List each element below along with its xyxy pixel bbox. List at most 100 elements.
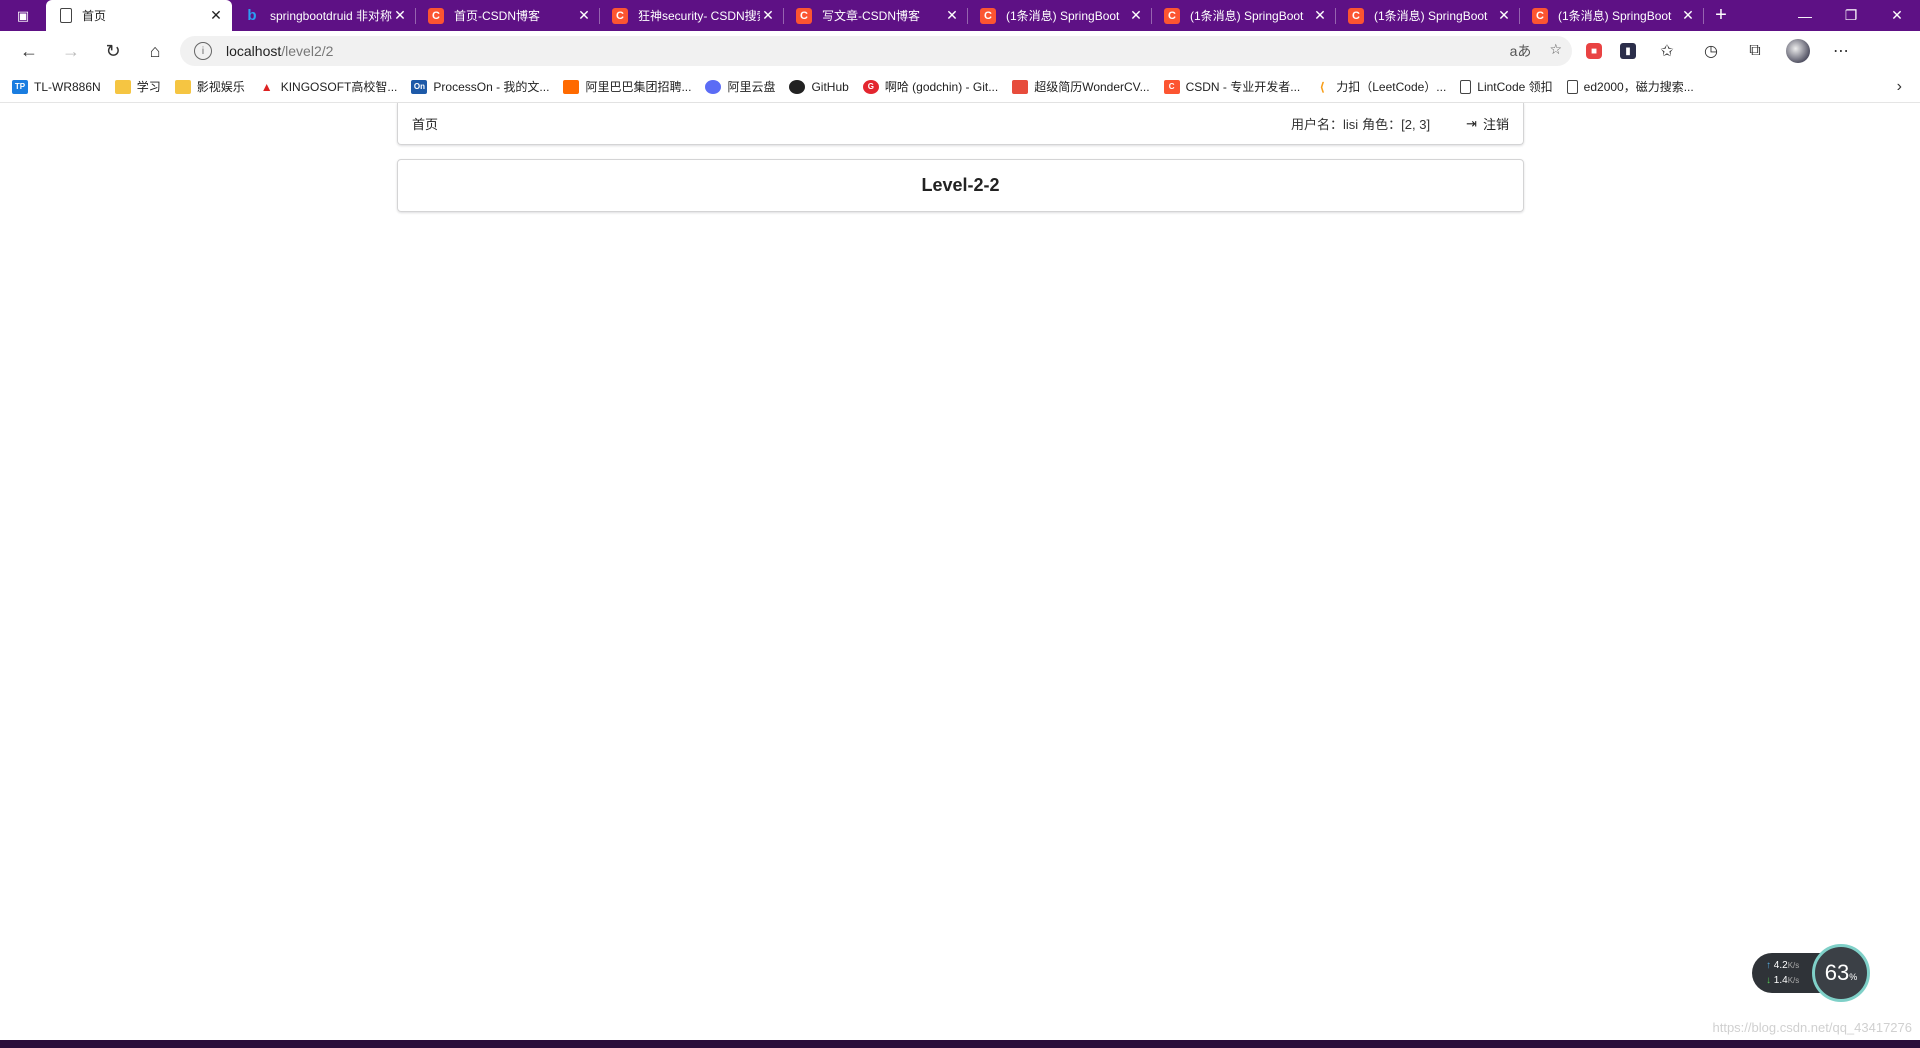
bookmark-label: 阿里巴巴集团招聘... [585, 80, 692, 94]
tab-title: 写文章-CSDN博客 [822, 9, 920, 23]
bookmarks-bar: TP TL-WR886N 学习 影视娱乐 ▲ KINGOSOFT高校智... On Proce… [0, 71, 1920, 103]
bookmark-item[interactable]: 阿里巴巴集团招聘... [563, 78, 691, 95]
taskbar [0, 1040, 1920, 1048]
close-tab-icon[interactable]: ✕ [1496, 7, 1512, 24]
more-menu-icon[interactable]: ⋯ [1828, 38, 1854, 64]
add-favorite-icon[interactable]: ☆ [1549, 41, 1562, 61]
tab-5[interactable]: C (1条消息) SpringBoot ✕ [968, 0, 1152, 31]
bookmark-list: TP TL-WR886N 学习 影视娱乐 ▲ KINGOSOFT高校智... On Proce… [12, 78, 1708, 95]
tab-list: 首页 ✕ b springbootdruid 非对称 ✕ C 首页-CSDN博客 ✕ C 狂神se… [46, 0, 1704, 31]
bookmark-item[interactable]: LintCode 领扣 [1460, 78, 1553, 95]
close-tab-icon[interactable]: ✕ [576, 7, 592, 24]
history-icon[interactable]: ◷ [1698, 38, 1724, 64]
bookmark-label: ProcessOn - 我的文... [433, 80, 550, 94]
tab-title: (1条消息) SpringBoot [1558, 9, 1672, 23]
extension-dark-icon[interactable]: ▮ [1620, 43, 1636, 59]
favorites-icon[interactable]: ✩ [1654, 38, 1680, 64]
profile-avatar[interactable] [1786, 39, 1810, 63]
tab-1[interactable]: b springbootdruid 非对称 ✕ [232, 0, 416, 31]
memory-percent: 63 [1824, 960, 1850, 985]
bookmark-label: 阿里云盘 [727, 80, 776, 94]
page-heading: Level-2-2 [921, 175, 1000, 195]
info-icon[interactable]: i [194, 42, 212, 60]
tab-0[interactable]: 首页 ✕ [46, 0, 232, 31]
tab-4[interactable]: C 写文章-CSDN博客 ✕ [784, 0, 968, 31]
bookmark-item[interactable]: ⟨ 力扣（LeetCode）... [1314, 78, 1447, 95]
tab-title: springbootdruid 非对称 [270, 9, 392, 23]
percent-unit: % [1849, 972, 1858, 982]
tab-2[interactable]: C 首页-CSDN博客 ✕ [416, 0, 600, 31]
download-speed: 1.4 [1773, 975, 1788, 986]
upload-speed: 4.2 [1773, 960, 1788, 971]
page-icon [60, 8, 72, 23]
csdn-icon: C [1163, 79, 1180, 94]
bookmark-item[interactable]: 影视娱乐 [174, 78, 245, 95]
back-button[interactable]: ← [12, 35, 46, 67]
leet-icon: ⟨ [1319, 79, 1325, 94]
collections-icon[interactable]: ⧉ [1742, 38, 1768, 64]
bookmark-item[interactable]: ed2000，磁力搜索... [1566, 78, 1694, 95]
close-tab-icon[interactable]: ✕ [208, 7, 224, 24]
restore-icon[interactable]: ❐ [1828, 0, 1874, 31]
bookmark-item[interactable]: 超级简历WonderCV... [1012, 78, 1150, 95]
browser-toolbar: ← → ↻ ⌂ i localhost/level2/2 aあ ☆ ■ ▮ ✩ … [0, 31, 1920, 71]
bookmark-item[interactable]: C CSDN - 专业开发者... [1163, 78, 1300, 95]
username-label: 用户名：lisi [1290, 117, 1359, 132]
close-tab-icon[interactable]: ✕ [1680, 7, 1696, 24]
bookmark-label: LintCode 领扣 [1477, 80, 1553, 94]
close-window-icon[interactable]: ✕ [1874, 0, 1920, 31]
url-path: /level2/2 [281, 43, 334, 59]
bookmark-item[interactable]: GitHub [789, 79, 849, 94]
level-card: Level-2-2 [397, 159, 1524, 212]
tab-title: (1条消息) SpringBoot [1006, 9, 1120, 23]
close-tab-icon[interactable]: ✕ [944, 7, 960, 24]
home-button[interactable]: ⌂ [138, 35, 172, 67]
minimize-icon[interactable]: — [1782, 0, 1828, 31]
forward-button[interactable]: → [54, 35, 88, 67]
csdn-icon: C [1164, 7, 1180, 24]
download-arrow-icon: ↓ [1766, 975, 1771, 986]
folder-icon [174, 79, 191, 94]
bookmark-item[interactable]: ▲ KINGOSOFT高校智... [259, 78, 398, 95]
tab-7[interactable]: C (1条消息) SpringBoot ✕ [1336, 0, 1520, 31]
read-aloud-icon[interactable]: aあ [1510, 41, 1532, 61]
home-link[interactable]: 首页 [412, 114, 438, 133]
csdn-icon: C [796, 7, 812, 24]
tab-8[interactable]: C (1条消息) SpringBoot ✕ [1520, 0, 1704, 31]
bookmark-label: GitHub [811, 79, 849, 94]
address-bar[interactable]: i localhost/level2/2 aあ ☆ [180, 36, 1572, 66]
bookmark-label: 超级简历WonderCV... [1034, 80, 1150, 94]
watermark: https://blog.csdn.net/qq_43417276 [1712, 1020, 1913, 1035]
extension-red-icon[interactable]: ■ [1586, 43, 1602, 59]
close-tab-icon[interactable]: ✕ [392, 7, 408, 24]
upload-arrow-icon: ↑ [1766, 960, 1771, 971]
bookmark-item[interactable]: 学习 [114, 78, 161, 95]
bookmark-label: 啊哈 (godchin) - Git... [884, 80, 999, 94]
top-menu: 首页 用户名：lisi 角色：[2, 3] ⇥ 注销 [397, 103, 1524, 145]
close-tab-icon[interactable]: ✕ [760, 7, 776, 24]
url-host: localhost [226, 43, 282, 59]
bing-icon: b [247, 7, 257, 24]
csdn-icon: C [612, 7, 628, 24]
close-tab-icon[interactable]: ✕ [1128, 7, 1144, 24]
roles-label: 角色：[2, 3] [1362, 117, 1431, 132]
cv-icon [1012, 79, 1029, 94]
network-speed-widget[interactable]: ↑ 4.2K/s ↓ 1.4K/s 63% [1752, 944, 1874, 1002]
chevron-right-icon[interactable]: › [1897, 78, 1902, 96]
tab-strip: ▣ 首页 ✕ b springbootdruid 非对称 ✕ C 首页-CSDN博客 ✕ C 狂神… [0, 0, 1920, 31]
refresh-button[interactable]: ↻ [96, 35, 130, 67]
bookmark-label: KINGOSOFT高校智... [280, 80, 398, 94]
bookmark-item[interactable]: TP TL-WR886N [12, 79, 101, 94]
tab-actions-icon[interactable]: ▣ [0, 0, 46, 31]
bookmark-item[interactable]: On ProcessOn - 我的文... [411, 78, 549, 95]
bookmark-item[interactable]: G 啊哈 (godchin) - Git... [862, 78, 999, 95]
bookmark-item[interactable]: 阿里云盘 [705, 78, 775, 95]
tab-6[interactable]: C (1条消息) SpringBoot ✕ [1152, 0, 1336, 31]
memory-usage-gauge: 63% [1812, 944, 1870, 1002]
new-tab-button[interactable]: + [1704, 0, 1738, 31]
tab-3[interactable]: C 狂神security- CSDN搜索 ✕ [600, 0, 784, 31]
gh-icon [789, 79, 806, 94]
tab-title: 首页 [82, 9, 107, 23]
logout-link[interactable]: ⇥ 注销 [1466, 114, 1509, 133]
close-tab-icon[interactable]: ✕ [1312, 7, 1328, 24]
